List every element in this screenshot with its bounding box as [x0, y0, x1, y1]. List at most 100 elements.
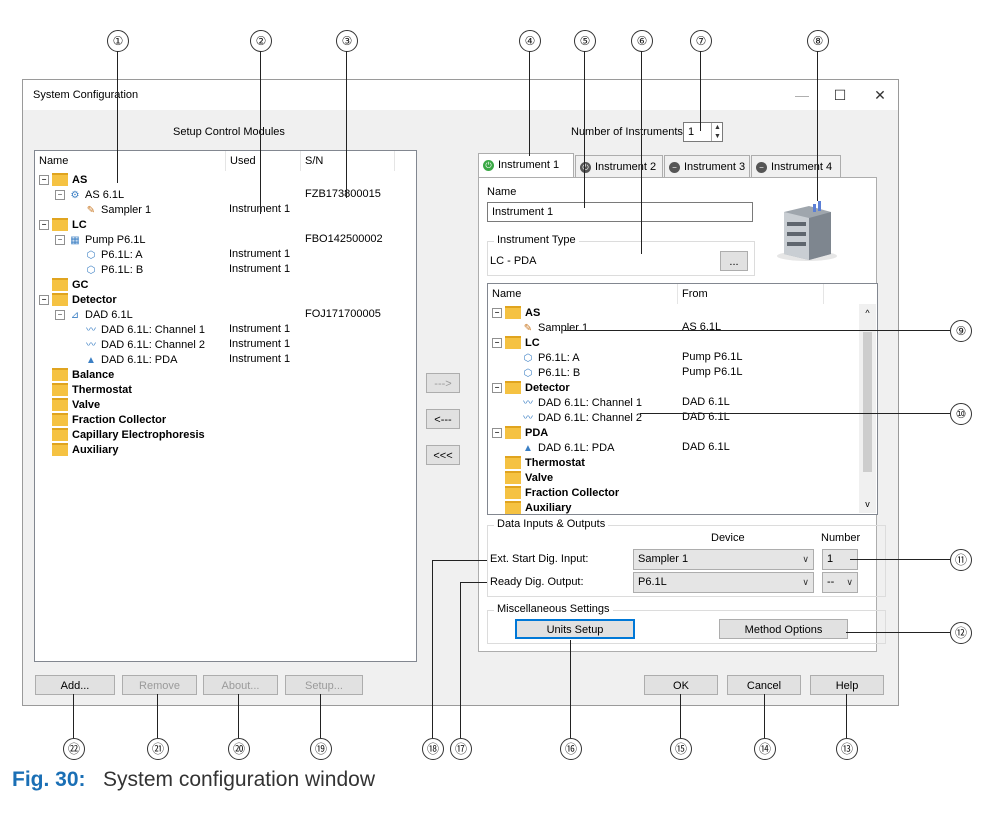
modules-tree-panel[interactable]: Name Used S/N − AS − ⚙ AS 6.1L FZB173800015 ✎ S…	[34, 150, 417, 662]
close-button[interactable]: ✕	[869, 85, 891, 105]
tab-instrument-1[interactable]: ⏻ Instrument 1	[478, 153, 574, 177]
folder-icon	[505, 380, 521, 394]
minimize-button[interactable]: —	[791, 85, 813, 105]
tree-row[interactable]: ✎ Sampler 1	[71, 203, 151, 218]
tree-row[interactable]: Thermostat	[39, 382, 132, 398]
scroll-thumb[interactable]	[863, 332, 872, 472]
collapse-icon[interactable]: −	[39, 220, 49, 231]
instrument-modules-panel[interactable]: Name From − AS ✎ Sampler 1 AS 6.1L − LC ⬡ P6.1L:…	[487, 283, 878, 515]
column-header-sn[interactable]: S/N	[301, 151, 395, 171]
remove-from-instrument-button[interactable]: <---	[426, 409, 460, 429]
tree-row[interactable]: 〰 DAD 6.1L: Channel 2	[508, 411, 642, 426]
tree-row[interactable]: Thermostat	[492, 455, 585, 471]
tree-row[interactable]: ⬡ P6.1L: B	[71, 263, 144, 278]
maximize-button[interactable]: ☐	[829, 85, 851, 105]
instrument-name-field[interactable]: Instrument 1	[487, 202, 753, 222]
tree-row[interactable]: − ▦ Pump P6.1L	[55, 233, 146, 248]
tree-row[interactable]: ▲ DAD 6.1L: PDA	[508, 441, 614, 456]
tree-row[interactable]: ⬡ P6.1L: B	[508, 366, 581, 381]
tree-row[interactable]: 〰 DAD 6.1L: Channel 1	[508, 396, 642, 411]
ext-start-device-select[interactable]: Sampler 1 ∨	[633, 549, 814, 570]
tree-row[interactable]: − ⚙ AS 6.1L	[55, 188, 124, 203]
about-button[interactable]: About...	[203, 675, 278, 695]
instrument-type-label: Instrument Type	[494, 234, 579, 246]
tree-row[interactable]: − AS	[492, 305, 540, 321]
number-spinner[interactable]: ▲ ▼	[711, 123, 723, 141]
callout-4: ④	[519, 30, 541, 52]
callout-5: ⑤	[574, 30, 596, 52]
folder-icon	[52, 427, 68, 441]
tree-row-label: DAD 6.1L: Channel 2	[101, 339, 205, 351]
leader-line-6	[641, 51, 642, 254]
tree-row[interactable]: − LC	[39, 217, 87, 233]
callout-3: ③	[336, 30, 358, 52]
collapse-icon[interactable]: −	[39, 175, 49, 186]
scroll-up-icon[interactable]: ^	[859, 308, 876, 318]
collapse-icon[interactable]: −	[492, 383, 502, 394]
tree-row[interactable]: − AS	[39, 172, 87, 188]
tree-row[interactable]: ✎ Sampler 1	[508, 321, 588, 336]
tab-instrument-4[interactable]: − Instrument 4	[751, 155, 841, 177]
tree-row[interactable]: Valve	[492, 470, 553, 486]
method-options-button[interactable]: Method Options	[719, 619, 848, 639]
column-header-used[interactable]: Used	[226, 151, 301, 171]
tree-row[interactable]: − Detector	[39, 292, 117, 308]
column-header-name[interactable]: Name	[488, 284, 678, 304]
add-to-instrument-button[interactable]: --->	[426, 373, 460, 393]
collapse-icon[interactable]: −	[492, 338, 502, 349]
tree-row[interactable]: − Detector	[492, 380, 570, 396]
leader-line-8	[817, 51, 818, 201]
collapse-icon[interactable]: −	[55, 310, 65, 321]
number-of-instruments-label: Number of Instruments:	[571, 126, 686, 138]
tree-row[interactable]: ⬡ P6.1L: A	[508, 351, 580, 366]
collapse-icon[interactable]: −	[39, 295, 49, 306]
tree-row[interactable]: 〰 DAD 6.1L: Channel 1	[71, 323, 205, 338]
tree-row[interactable]: 〰 DAD 6.1L: Channel 2	[71, 338, 205, 353]
collapse-icon[interactable]: −	[55, 235, 65, 246]
collapse-icon[interactable]: −	[492, 428, 502, 439]
setup-button[interactable]: Setup...	[285, 675, 363, 695]
callout-22: ㉒	[63, 738, 85, 760]
tree-scrollbar[interactable]: ^ v	[859, 304, 876, 513]
tree-row[interactable]: ⬡ P6.1L: A	[71, 248, 143, 263]
collapse-icon[interactable]: −	[55, 190, 65, 201]
ready-number-select[interactable]: -- ∨	[822, 572, 858, 593]
tree-row[interactable]: Auxiliary	[39, 442, 118, 458]
tree-row[interactable]: Fraction Collector	[39, 412, 166, 428]
tree-row[interactable]: Valve	[39, 397, 100, 413]
tree-row[interactable]: − PDA	[492, 425, 548, 441]
tab-instrument-2[interactable]: ⏻ Instrument 2	[575, 155, 663, 177]
tree-row[interactable]: Capillary Electrophoresis	[39, 427, 205, 443]
callout-20: ⑳	[228, 738, 250, 760]
remove-all-button[interactable]: <<<	[426, 445, 460, 465]
instrument-type-browse-button[interactable]: ...	[720, 251, 748, 271]
tree-row[interactable]: − LC	[492, 335, 540, 351]
column-header-from[interactable]: From	[678, 284, 824, 304]
remove-button[interactable]: Remove	[122, 675, 197, 695]
callout-19: ⑲	[310, 738, 332, 760]
tree-row[interactable]: GC	[39, 277, 89, 293]
ok-button[interactable]: OK	[644, 675, 718, 695]
cancel-button[interactable]: Cancel	[727, 675, 801, 695]
tree-row[interactable]: Auxiliary	[492, 500, 571, 514]
units-setup-button[interactable]: Units Setup	[515, 619, 635, 639]
column-header-name[interactable]: Name	[35, 151, 226, 171]
tree-row[interactable]: ▲ DAD 6.1L: PDA	[71, 353, 177, 368]
ready-device-select[interactable]: P6.1L ∨	[633, 572, 814, 593]
sampler-icon: ✎	[86, 205, 96, 216]
help-button[interactable]: Help	[810, 675, 884, 695]
add-button[interactable]: Add...	[35, 675, 115, 695]
ready-number-value: --	[827, 576, 835, 588]
tree-row[interactable]: Balance	[39, 367, 114, 383]
setup-control-modules-heading: Setup Control Modules	[173, 126, 285, 138]
callout-2: ②	[250, 30, 272, 52]
callout-12: ⑫	[950, 622, 972, 644]
ready-output-label: Ready Dig. Output:	[490, 576, 584, 588]
chan-icon: 〰	[523, 398, 533, 409]
tree-row[interactable]: − ⊿ DAD 6.1L	[55, 308, 133, 323]
tab-instrument-3[interactable]: − Instrument 3	[664, 155, 750, 177]
sn-cell: FBO142500002	[305, 233, 383, 245]
tree-row[interactable]: Fraction Collector	[492, 485, 619, 501]
collapse-icon[interactable]: −	[492, 308, 502, 319]
scroll-down-icon[interactable]: v	[859, 499, 876, 509]
